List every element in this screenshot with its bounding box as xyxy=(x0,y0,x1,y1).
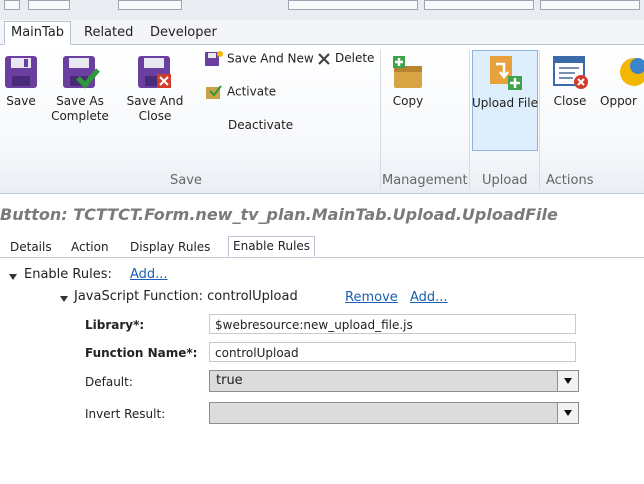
tab-developer[interactable]: Developer xyxy=(144,22,223,44)
upload-file-button[interactable]: Upload File xyxy=(472,54,538,111)
add-function-link[interactable]: Add... xyxy=(410,290,448,305)
function-name-label: Function Name*: xyxy=(85,346,198,360)
subtab-divider xyxy=(0,257,644,258)
save-and-close-button[interactable]: Save And Close xyxy=(112,54,198,124)
group-separator xyxy=(380,50,381,190)
tab-maintab[interactable]: MainTab xyxy=(4,21,72,45)
save-and-close-label: Save And Close xyxy=(126,94,184,123)
toolbar-field[interactable] xyxy=(288,0,418,10)
enable-rules-label: Enable Rules: xyxy=(24,267,112,282)
javascript-function-label: JavaScript Function: controlUpload xyxy=(74,289,298,304)
group-label-upload: Upload xyxy=(482,173,528,188)
save-label: Save xyxy=(6,94,36,108)
copy-label: Copy xyxy=(392,94,424,108)
tab-details[interactable]: Details xyxy=(6,238,56,257)
expand-triangle-icon[interactable] xyxy=(9,274,17,280)
save-as-complete-button[interactable]: Save As Complete xyxy=(50,54,110,124)
toolbar-icon[interactable] xyxy=(28,0,70,10)
activate-icon xyxy=(206,85,222,99)
floppy-disk-icon xyxy=(5,56,37,88)
save-and-new-button[interactable]: Save And New xyxy=(204,50,314,68)
tab-enable-rules[interactable]: Enable Rules xyxy=(228,236,316,257)
activate-label: Activate xyxy=(227,84,277,99)
floppy-new-icon xyxy=(205,51,223,66)
tab-related[interactable]: Related xyxy=(78,22,139,44)
library-label: Library*: xyxy=(85,318,145,332)
toolbar-field[interactable] xyxy=(540,0,640,10)
chevron-down-icon[interactable] xyxy=(557,371,578,391)
toolbar-field[interactable] xyxy=(424,0,534,10)
page-title: Button: TCTTCT.Form.new_tv_plan.MainTab.… xyxy=(0,205,558,224)
delete-label: Delete xyxy=(335,51,375,65)
save-button[interactable]: Save xyxy=(2,54,40,109)
function-name-field[interactable]: controlUpload xyxy=(209,342,576,362)
floppy-close-icon xyxy=(138,56,171,88)
expand-triangle-icon[interactable] xyxy=(60,296,68,302)
upload-file-icon xyxy=(490,56,522,90)
save-as-label-1: Save As xyxy=(56,94,104,108)
opportunity-icon xyxy=(620,58,644,86)
upload-file-label: Upload File xyxy=(472,96,538,110)
group-separator xyxy=(539,50,540,190)
invert-result-label: Invert Result: xyxy=(85,407,166,421)
deactivate-label: Deactivate xyxy=(228,118,294,132)
default-label: Default: xyxy=(85,375,133,389)
copy-icon xyxy=(393,56,422,88)
delete-x-icon xyxy=(318,52,330,65)
close-button[interactable]: Close xyxy=(548,54,592,109)
floppy-check-icon xyxy=(63,56,100,89)
group-separator xyxy=(469,50,470,190)
close-label: Close xyxy=(553,94,587,108)
activate-button[interactable]: Activate xyxy=(204,83,276,101)
add-enable-rule-link[interactable]: Add... xyxy=(130,267,168,282)
deactivate-button[interactable]: Deactivate xyxy=(228,117,293,133)
invert-result-select[interactable] xyxy=(209,402,579,424)
default-select-value: true xyxy=(216,373,243,388)
tab-action[interactable]: Action xyxy=(67,238,113,257)
default-select[interactable]: true xyxy=(209,370,579,392)
save-and-new-label: Save And New xyxy=(227,51,314,66)
remove-link[interactable]: Remove xyxy=(345,290,398,305)
toolbar-icon[interactable] xyxy=(4,0,20,10)
delete-button[interactable]: Delete xyxy=(316,50,374,67)
tab-display-rules[interactable]: Display Rules xyxy=(126,238,214,257)
opportunity-label: Oppor xyxy=(600,94,637,108)
window-top-strip xyxy=(0,0,644,21)
chevron-down-icon[interactable] xyxy=(557,403,578,423)
toolbar-icon[interactable] xyxy=(118,0,182,10)
library-field[interactable]: $webresource:new_upload_file.js xyxy=(209,314,576,334)
group-label-save: Save xyxy=(170,173,202,188)
group-label-management: Management xyxy=(382,173,468,188)
opportunity-button[interactable]: Oppor xyxy=(600,54,644,109)
save-as-label-2: Complete xyxy=(51,109,109,123)
group-label-actions: Actions xyxy=(546,173,594,188)
copy-button[interactable]: Copy xyxy=(386,54,430,109)
close-window-icon xyxy=(553,56,588,89)
